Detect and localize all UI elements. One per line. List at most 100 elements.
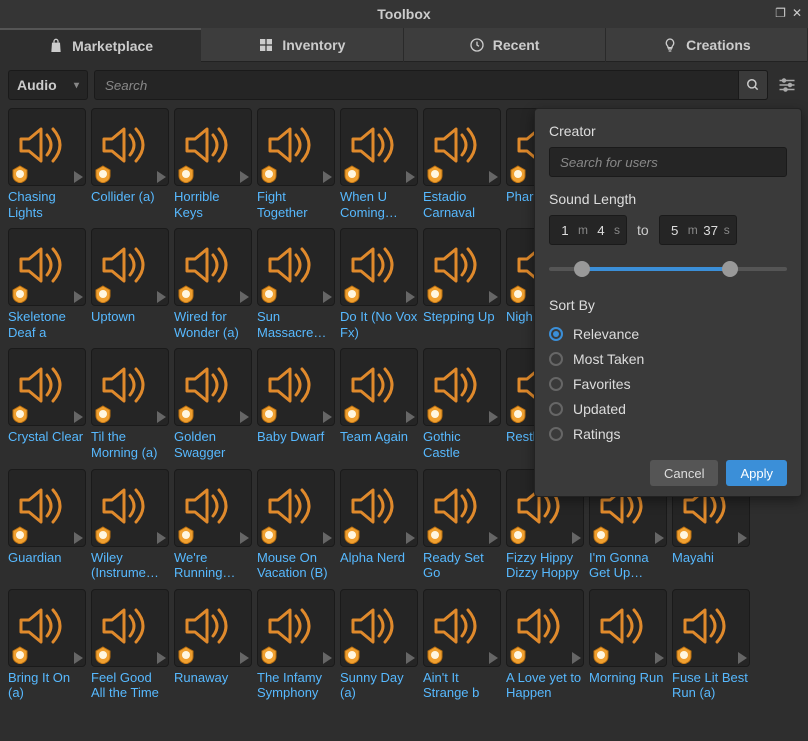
tile-label[interactable]: Runaway	[174, 670, 252, 686]
tile-label[interactable]: Guardian	[8, 550, 86, 566]
audio-tile[interactable]: Gothic Castle	[423, 348, 501, 460]
tile-label[interactable]: Golden Swagger	[174, 429, 252, 460]
tile-thumb[interactable]	[257, 228, 335, 306]
to-sec-input[interactable]	[702, 223, 720, 238]
tile-label[interactable]: Wired for Wonder (a)	[174, 309, 252, 340]
creator-search-input[interactable]	[549, 147, 787, 177]
play-icon[interactable]	[240, 291, 249, 303]
audio-tile[interactable]: Chasing Lights	[8, 108, 86, 220]
audio-tile[interactable]: Wiley (Instrume…	[91, 469, 169, 581]
tile-label[interactable]: Gothic Castle	[423, 429, 501, 460]
tile-label[interactable]: Stepping Up	[423, 309, 501, 325]
tile-label[interactable]: Sun Massacre…	[257, 309, 335, 340]
tile-label[interactable]: I'm Gonna Get Up…	[589, 550, 667, 581]
audio-tile[interactable]: Sunny Day (a)	[340, 589, 418, 701]
tile-thumb[interactable]	[340, 589, 418, 667]
play-icon[interactable]	[240, 532, 249, 544]
play-icon[interactable]	[572, 652, 581, 664]
tile-label[interactable]: Horrible Keys	[174, 189, 252, 220]
audio-tile[interactable]: Horrible Keys	[174, 108, 252, 220]
audio-tile[interactable]: Uptown	[91, 228, 169, 340]
audio-tile[interactable]: Crystal Clear	[8, 348, 86, 460]
play-icon[interactable]	[406, 171, 415, 183]
play-icon[interactable]	[323, 171, 332, 183]
tile-thumb[interactable]	[257, 108, 335, 186]
tile-label[interactable]: Fight Together	[257, 189, 335, 220]
tile-thumb[interactable]	[174, 108, 252, 186]
tile-thumb[interactable]	[672, 589, 750, 667]
tile-label[interactable]: Wiley (Instrume…	[91, 550, 169, 581]
sort-option-most-taken[interactable]: Most Taken	[549, 346, 787, 371]
play-icon[interactable]	[406, 411, 415, 423]
play-icon[interactable]	[74, 291, 83, 303]
play-icon[interactable]	[572, 532, 581, 544]
play-icon[interactable]	[240, 652, 249, 664]
length-from-box[interactable]: m s	[549, 215, 627, 245]
audio-tile[interactable]: Stepping Up	[423, 228, 501, 340]
tile-label[interactable]: The Infamy Symphony	[257, 670, 335, 701]
audio-tile[interactable]: Alpha Nerd	[340, 469, 418, 581]
tile-thumb[interactable]	[423, 469, 501, 547]
tab-creations[interactable]: Creations	[606, 28, 808, 62]
sort-option-favorites[interactable]: Favorites	[549, 371, 787, 396]
play-icon[interactable]	[406, 291, 415, 303]
audio-tile[interactable]: Fuse Lit Best Run (a)	[672, 589, 750, 701]
play-icon[interactable]	[323, 411, 332, 423]
audio-tile[interactable]: Collider (a)	[91, 108, 169, 220]
tile-label[interactable]: Mouse On Vacation (B)	[257, 550, 335, 581]
tile-label[interactable]: Baby Dwarf	[257, 429, 335, 445]
tile-thumb[interactable]	[91, 469, 169, 547]
play-icon[interactable]	[74, 411, 83, 423]
tile-thumb[interactable]	[423, 348, 501, 426]
tile-thumb[interactable]	[257, 348, 335, 426]
play-icon[interactable]	[655, 532, 664, 544]
tile-label[interactable]: Team Again	[340, 429, 418, 445]
tile-thumb[interactable]	[506, 589, 584, 667]
tile-label[interactable]: Mayahi	[672, 550, 750, 566]
audio-tile[interactable]: Til the Morning (a)	[91, 348, 169, 460]
tile-label[interactable]: Bring It On (a)	[8, 670, 86, 701]
play-icon[interactable]	[489, 411, 498, 423]
tile-label[interactable]: Fizzy Hippy Dizzy Hoppy	[506, 550, 584, 581]
tile-label[interactable]: Alpha Nerd	[340, 550, 418, 566]
audio-tile[interactable]: Bring It On (a)	[8, 589, 86, 701]
tile-label[interactable]: When U Coming…	[340, 189, 418, 220]
tile-thumb[interactable]	[8, 589, 86, 667]
play-icon[interactable]	[240, 411, 249, 423]
play-icon[interactable]	[655, 652, 664, 664]
filter-button[interactable]	[774, 70, 800, 100]
slider-knob-right[interactable]	[722, 261, 738, 277]
audio-tile[interactable]: A Love yet to Happen	[506, 589, 584, 701]
tile-thumb[interactable]	[257, 589, 335, 667]
tile-thumb[interactable]	[8, 228, 86, 306]
tile-label[interactable]: Crystal Clear	[8, 429, 86, 445]
length-to-box[interactable]: m s	[659, 215, 737, 245]
tile-thumb[interactable]	[257, 469, 335, 547]
tile-label[interactable]: Estadio Carnaval	[423, 189, 501, 220]
play-icon[interactable]	[240, 171, 249, 183]
play-icon[interactable]	[323, 532, 332, 544]
play-icon[interactable]	[157, 532, 166, 544]
audio-tile[interactable]: Skeletone Deaf a	[8, 228, 86, 340]
play-icon[interactable]	[74, 532, 83, 544]
audio-tile[interactable]: Morning Run	[589, 589, 667, 701]
play-icon[interactable]	[406, 652, 415, 664]
tile-thumb[interactable]	[423, 589, 501, 667]
tile-label[interactable]: A Love yet to Happen	[506, 670, 584, 701]
audio-tile[interactable]: Do It (No Vox Fx)	[340, 228, 418, 340]
tile-label[interactable]: Do It (No Vox Fx)	[340, 309, 418, 340]
category-dropdown[interactable]: Audio ▾	[8, 70, 88, 100]
tile-thumb[interactable]	[8, 108, 86, 186]
play-icon[interactable]	[489, 532, 498, 544]
play-icon[interactable]	[157, 411, 166, 423]
play-icon[interactable]	[323, 652, 332, 664]
search-button[interactable]	[738, 70, 768, 100]
audio-tile[interactable]: Mouse On Vacation (B)	[257, 469, 335, 581]
tile-label[interactable]: Feel Good All the Time	[91, 670, 169, 701]
cancel-button[interactable]: Cancel	[650, 460, 718, 486]
tile-thumb[interactable]	[340, 228, 418, 306]
tab-marketplace[interactable]: Marketplace	[0, 28, 201, 62]
tile-thumb[interactable]	[174, 469, 252, 547]
audio-tile[interactable]: Runaway	[174, 589, 252, 701]
tile-thumb[interactable]	[91, 228, 169, 306]
